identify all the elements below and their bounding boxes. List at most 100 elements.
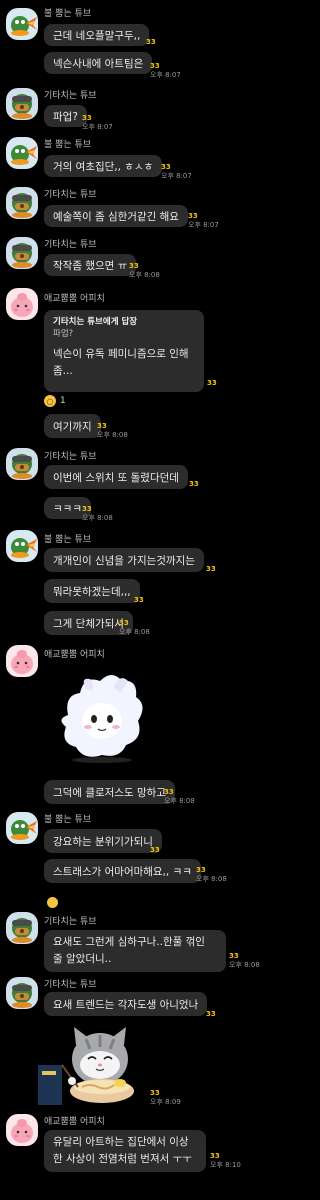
unread-count: 33 [150, 1089, 160, 1097]
guitar-tube-avatar[interactable] [6, 237, 38, 269]
sender-name: 불 뿜는 튜브 [44, 815, 92, 825]
message-time: 오후 8:08 [164, 797, 195, 805]
unread-count: 33 [129, 262, 139, 270]
message-meta: 33 [150, 846, 160, 855]
unread-count: 33 [150, 846, 160, 854]
cat-sticker[interactable] [38, 1025, 148, 1105]
message-meta: 33 오후 8:07 [188, 212, 219, 230]
sender-name: 기타치는 튜브 [44, 91, 97, 101]
message-meta: 33 오후 8:08 [164, 788, 195, 806]
unread-count: 33 [161, 163, 171, 171]
reaction-count: 1 [60, 396, 66, 406]
reaction-badge[interactable] [44, 895, 62, 909]
message-bubble[interactable]: 예술쪽이 좀 심한거같긴 해요 [44, 205, 188, 227]
unread-count: 33 [97, 422, 107, 430]
message-bubble[interactable]: 그덕에 클로저스도 망하고 [44, 780, 175, 804]
sender-name: 기타치는 튜브 [44, 190, 97, 200]
unread-count: 33 [207, 379, 217, 387]
message-bubble[interactable]: 강요하는 분위기가되니 [44, 829, 162, 853]
unread-count: 33 [82, 114, 92, 122]
guitar-tube-avatar[interactable] [6, 912, 38, 944]
message-meta: 33 오후 8:08 [97, 422, 128, 440]
unread-count: 33 [210, 1152, 220, 1160]
unread-count: 33 [146, 38, 156, 46]
unread-count: 33 [82, 505, 92, 513]
message-time: 오후 8:10 [210, 1161, 241, 1169]
message-time: 오후 8:08 [82, 514, 113, 522]
sender-name: 기타치는 튜브 [44, 240, 97, 250]
unread-count: 33 [196, 866, 206, 874]
message-meta: 33 [206, 1010, 216, 1019]
unread-count: 33 [189, 480, 199, 488]
message-bubble[interactable]: 뭐라못하겠는데,,, [44, 579, 140, 603]
message-meta: 33 [146, 38, 156, 47]
message-bubble[interactable]: 넥슨사내에 아트팀은 [44, 52, 153, 74]
unread-count: 33 [188, 212, 198, 220]
bull-tube-avatar[interactable] [6, 137, 38, 169]
message-meta: 33 오후 8:08 [82, 505, 113, 523]
surprised-emoji-icon: ○ [44, 395, 56, 407]
message-bubble[interactable]: 파업? [44, 105, 87, 127]
message-time: 오후 8:07 [188, 221, 219, 229]
message-bubble[interactable]: 스트래스가 어마어마해요,, ㅋㅋ [44, 859, 201, 883]
sender-name: 불 뿜는 튜브 [44, 9, 92, 19]
unread-count: 33 [164, 788, 174, 796]
message-bubble[interactable]: 거의 여초집단,, ㅎㅅㅎ [44, 155, 163, 177]
message-meta: 33 오후 8:09 [150, 1089, 181, 1107]
reply-bubble[interactable]: 기타치는 튜브에게 답장 파업? 넥슨이 유독 페미니즘으로 인해 좀... [44, 310, 204, 392]
message-meta: 33 [189, 480, 199, 489]
message-time: 오후 8:08 [119, 628, 150, 636]
message-time: 오후 8:08 [196, 875, 227, 883]
sender-name: 기타치는 튜브 [44, 452, 97, 462]
sad-emoji-icon [47, 896, 58, 908]
message-meta: 33 [134, 596, 144, 605]
sender-name: 기타치는 튜브 [44, 917, 97, 927]
reply-text: 넥슨이 유독 페미니즘으로 인해 좀... [53, 348, 189, 377]
message-meta: 33 오후 8:07 [150, 62, 181, 80]
message-bubble[interactable]: 요새 트렌드는 각자도생 아니었나 [44, 992, 208, 1016]
apeach-avatar[interactable] [6, 288, 38, 320]
message-bubble[interactable]: 요새도 그런게 심하구나..한풀 꺾인 줄 알았더니.. [44, 930, 226, 972]
sender-name: 애교뿜뿜 어피치 [44, 294, 105, 304]
message-time: 오후 8:08 [229, 961, 260, 969]
message-meta: 33 오후 8:07 [82, 114, 113, 132]
unread-count: 33 [119, 619, 129, 627]
guitar-tube-avatar[interactable] [6, 448, 38, 480]
message-meta: 33 오후 8:08 [119, 619, 150, 637]
message-bubble[interactable]: 여기까지 [44, 414, 101, 438]
unread-count: 33 [206, 565, 216, 573]
apeach-avatar[interactable] [6, 1114, 38, 1146]
message-bubble[interactable]: 이번에 스위치 또 돌렸다던데 [44, 465, 188, 489]
message-meta: 33 [207, 379, 217, 388]
unread-count: 33 [229, 952, 239, 960]
message-bubble[interactable]: 작작좀 했으면 ㅠ [44, 254, 137, 276]
message-bubble[interactable]: 개개인이 신념을 가지는것까지는 [44, 548, 204, 572]
message-meta: 33 오후 8:08 [129, 262, 160, 280]
message-bubble[interactable]: 유달리 아트하는 집단에서 이상한 사상이 전염처럼 번져서 ㅜㅜ [44, 1130, 206, 1172]
message-meta: 33 오후 8:08 [196, 866, 227, 884]
message-time: 오후 8:07 [82, 123, 113, 131]
message-time: 오후 8:08 [97, 431, 128, 439]
reply-quote: 파업? [53, 329, 74, 339]
guitar-tube-avatar[interactable] [6, 977, 38, 1009]
guitar-tube-avatar[interactable] [6, 88, 38, 120]
apeach-avatar[interactable] [6, 645, 38, 677]
bull-tube-avatar[interactable] [6, 530, 38, 562]
guitar-tube-avatar[interactable] [6, 187, 38, 219]
message-meta: 33 오후 8:07 [161, 163, 192, 181]
bull-tube-avatar[interactable] [6, 812, 38, 844]
bull-tube-avatar[interactable] [6, 8, 38, 40]
reaction-badge[interactable]: ○ 1 [44, 394, 66, 408]
message-bubble[interactable]: 근데 네오플말구두,, [44, 24, 150, 46]
unread-count: 33 [206, 1010, 216, 1018]
message-meta: 33 오후 8:08 [229, 952, 260, 970]
sender-name: 기타치는 튜브 [44, 980, 97, 990]
message-meta: 33 오후 8:10 [210, 1152, 241, 1170]
sender-name: 불 뿜는 튜브 [44, 535, 92, 545]
reply-header: 기타치는 튜브에게 답장 [53, 317, 138, 327]
white-creature-sticker[interactable] [50, 665, 150, 765]
sender-name: 애교뿜뿜 어피치 [44, 650, 105, 660]
chat-room: 불 뿜는 튜브 근데 네오플말구두,, 33 넥슨사내에 아트팀은 33 오후 8… [0, 0, 293, 1200]
message-time: 오후 8:08 [129, 271, 160, 279]
sender-name: 애교뿜뿜 어피치 [44, 1117, 105, 1127]
